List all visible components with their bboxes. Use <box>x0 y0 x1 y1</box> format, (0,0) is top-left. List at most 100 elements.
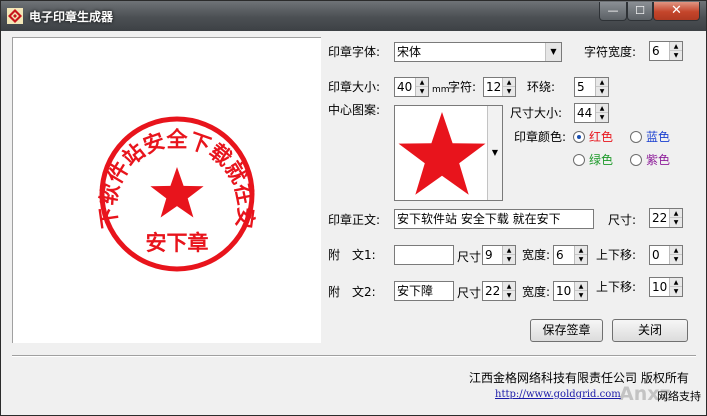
close-window-button[interactable]: ✕ <box>653 2 700 21</box>
spin-up-icon[interactable]: ▲ <box>670 278 682 287</box>
char-width-label: 字符宽度: <box>584 45 637 59</box>
spin-up-icon[interactable]: ▲ <box>503 246 515 255</box>
sub2-shift-value: 10 <box>652 280 668 294</box>
sub2-input[interactable]: 安下障 <box>394 281 454 301</box>
sub2-width-spinner[interactable]: 10 ▲ ▼ <box>553 281 588 301</box>
chevron-down-icon[interactable]: ▼ <box>487 106 502 200</box>
spin-down-icon[interactable]: ▼ <box>575 255 587 264</box>
center-pattern-select[interactable]: ▼ <box>394 105 503 201</box>
window-title: 电子印章生成器 <box>29 10 114 24</box>
main-text-label: 印章正文: <box>328 213 381 227</box>
sub1-shift-label: 上下移: <box>596 248 637 262</box>
title-bar[interactable]: 电子印章生成器 — ☐ ✕ <box>1 1 706 31</box>
sub2-width-value: 10 <box>556 284 572 298</box>
spin-down-icon[interactable]: ▼ <box>596 113 608 122</box>
chevron-down-icon[interactable]: ▼ <box>545 43 561 61</box>
radio-icon[interactable] <box>630 154 642 166</box>
spin-up-icon[interactable]: ▲ <box>503 78 515 87</box>
star-icon <box>398 112 486 195</box>
color-purple-radio[interactable]: 紫色 <box>630 152 670 168</box>
app-window: 电子印章生成器 — ☐ ✕ 安下软件站安全下载就在安下 安下章 印章字体: 宋体… <box>0 0 707 416</box>
sub1-width-value: 6 <box>556 248 564 262</box>
font-select[interactable]: 宋体 ▼ <box>394 42 562 62</box>
sub1-shift-spinner[interactable]: 0 ▲ ▼ <box>649 245 683 265</box>
sub1-width-label: 宽度: <box>522 248 551 262</box>
stamp-preview-canvas: 安下软件站安全下载就在安下 安下章 <box>13 38 259 272</box>
sub1-width-spinner[interactable]: 6 ▲ ▼ <box>553 245 588 265</box>
surround-spinner[interactable]: 5 ▲ ▼ <box>574 77 609 97</box>
chars-label: 字符: <box>448 80 477 94</box>
spin-down-icon[interactable]: ▼ <box>503 291 515 300</box>
sub2-size-spinner[interactable]: 22 ▲ ▼ <box>482 281 516 301</box>
sub2-shift-label: 上下移: <box>596 280 637 294</box>
app-logo-icon <box>7 8 23 24</box>
sub1-shift-value: 0 <box>652 248 660 262</box>
main-size-label: 尺寸: <box>608 213 637 227</box>
sub2-size-label: 尺寸 <box>457 286 482 300</box>
font-label: 印章字体: <box>328 45 381 59</box>
sub2-width-label: 宽度: <box>522 285 551 299</box>
website-link[interactable]: http://www.goldgrid.com <box>495 389 621 400</box>
radio-icon[interactable] <box>630 131 642 143</box>
color-green-radio[interactable]: 绿色 <box>573 152 613 168</box>
spin-down-icon[interactable]: ▼ <box>670 51 682 60</box>
spin-up-icon[interactable]: ▲ <box>416 78 428 87</box>
color-label: 印章颜色: <box>514 130 567 144</box>
radio-icon[interactable] <box>573 154 585 166</box>
spin-up-icon[interactable]: ▲ <box>575 282 587 291</box>
stamp-star-icon <box>150 167 204 218</box>
spin-down-icon[interactable]: ▼ <box>670 255 682 264</box>
spin-down-icon[interactable]: ▼ <box>575 291 587 300</box>
spin-up-icon[interactable]: ▲ <box>670 209 682 218</box>
sub1-size-label: 尺寸 <box>457 250 482 264</box>
char-width-value: 6 <box>652 44 660 58</box>
main-size-value: 22 <box>652 211 668 225</box>
color-blue-radio[interactable]: 蓝色 <box>630 129 670 145</box>
sub1-size-spinner[interactable]: 9 ▲ ▼ <box>482 245 516 265</box>
main-text-input[interactable]: 安下软件站 安全下载 就在安下 <box>394 209 594 229</box>
sub2-label: 附 文2: <box>328 285 376 299</box>
network-support-text: 网络支持 <box>657 390 701 403</box>
spin-up-icon[interactable]: ▲ <box>596 104 608 113</box>
color-green-label: 绿色 <box>589 153 614 167</box>
spin-down-icon[interactable]: ▼ <box>670 218 682 227</box>
spin-up-icon[interactable]: ▲ <box>596 78 608 87</box>
stamp-bottom-text: 安下章 <box>146 230 209 255</box>
spin-up-icon[interactable]: ▲ <box>670 246 682 255</box>
save-stamp-button[interactable]: 保存签章 <box>530 319 603 342</box>
font-select-value: 宋体 <box>397 45 422 59</box>
sub2-shift-spinner[interactable]: 10 ▲ ▼ <box>649 277 683 297</box>
close-button[interactable]: 关闭 <box>612 319 688 342</box>
sub1-input[interactable] <box>394 245 454 265</box>
size-value: 40 <box>397 80 413 94</box>
sub1-size-value: 9 <box>485 248 493 262</box>
chars-spinner[interactable]: 12 ▲ ▼ <box>483 77 516 97</box>
spin-up-icon[interactable]: ▲ <box>670 42 682 51</box>
surround-label: 环绕: <box>527 80 556 94</box>
color-red-radio[interactable]: 红色 <box>573 129 613 145</box>
spin-up-icon[interactable]: ▲ <box>503 282 515 291</box>
pattern-size-spinner[interactable]: 44 ▲ ▼ <box>574 103 609 123</box>
char-width-spinner[interactable]: 6 ▲ ▼ <box>649 41 683 61</box>
sub2-value: 安下障 <box>397 284 434 298</box>
spin-down-icon[interactable]: ▼ <box>670 287 682 296</box>
sub1-label: 附 文1: <box>328 248 376 262</box>
sub2-size-value: 22 <box>485 284 501 298</box>
size-unit: mm <box>432 85 450 95</box>
spin-up-icon[interactable]: ▲ <box>575 246 587 255</box>
main-size-spinner[interactable]: 22 ▲ ▼ <box>649 208 683 228</box>
surround-value: 5 <box>577 80 585 94</box>
spin-down-icon[interactable]: ▼ <box>503 255 515 264</box>
chars-value: 12 <box>486 80 502 94</box>
size-spinner[interactable]: 40 ▲ ▼ <box>394 77 429 97</box>
spin-down-icon[interactable]: ▼ <box>416 87 428 96</box>
main-text-value: 安下软件站 安全下载 就在安下 <box>397 212 561 226</box>
radio-selected-icon[interactable] <box>573 131 585 143</box>
stamp-preview: 安下软件站安全下载就在安下 安下章 <box>12 37 321 343</box>
minimize-button[interactable]: — <box>599 2 627 21</box>
spin-down-icon[interactable]: ▼ <box>596 87 608 96</box>
color-blue-label: 蓝色 <box>646 130 671 144</box>
maximize-button[interactable]: ☐ <box>627 2 653 21</box>
spin-down-icon[interactable]: ▼ <box>503 87 515 96</box>
color-red-label: 红色 <box>589 130 614 144</box>
